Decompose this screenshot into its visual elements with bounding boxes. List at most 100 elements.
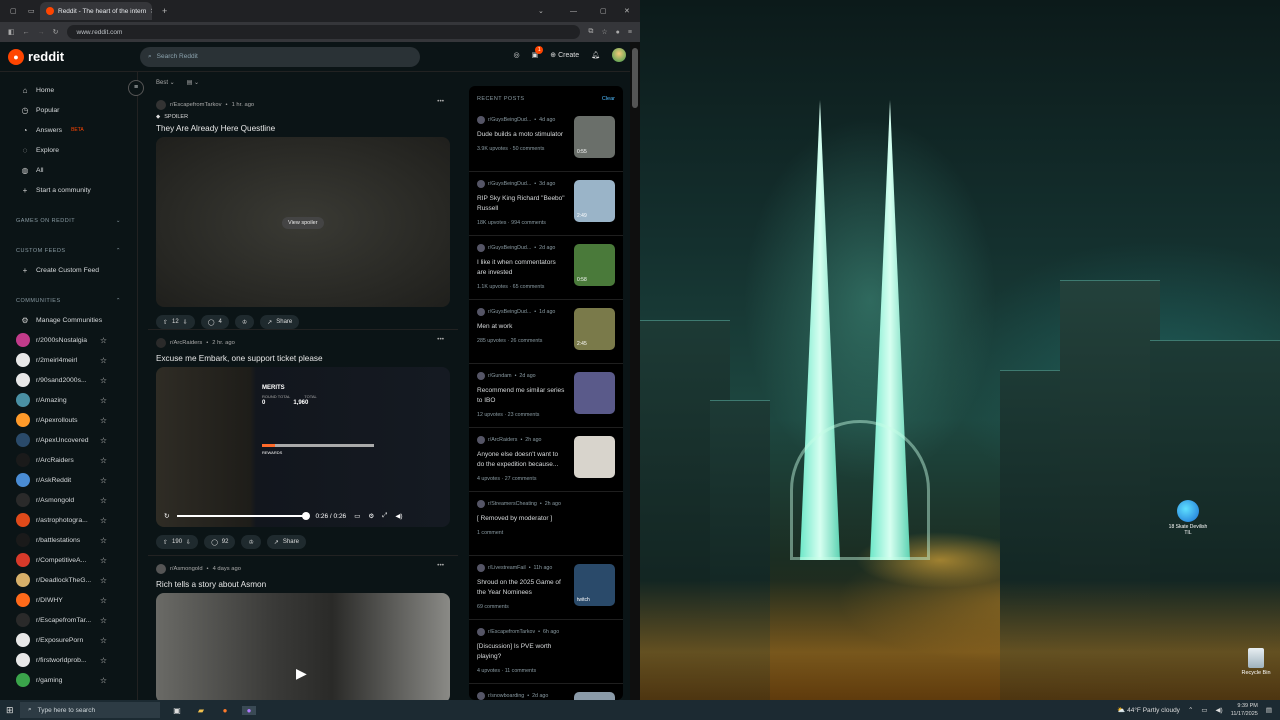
community-item[interactable]: r/firstworldprob... ☆ [0, 650, 137, 670]
share-button[interactable]: ↗ Share [266, 535, 306, 549]
favorite-star-icon[interactable]: ☆ [100, 336, 107, 345]
browser-tab-reddit[interactable]: Reddit - The heart of the intern ✕ [40, 2, 152, 20]
favorite-star-icon[interactable]: ☆ [100, 676, 107, 685]
chat-icon[interactable]: ▣ 1 [532, 46, 544, 59]
sidebar-item-all[interactable]: ◍ All [0, 160, 137, 180]
communities-section-header[interactable]: COMMUNITIES ⌃ [0, 280, 137, 310]
upvote-icon[interactable]: ⇧ [163, 539, 168, 546]
recent-post-thumbnail[interactable]: 0:55 [574, 116, 615, 158]
back-icon[interactable]: ← [23, 29, 30, 36]
recent-post-item[interactable]: r/snowboarding•2d agoBoard set up [469, 684, 623, 700]
create-button[interactable]: ⊕ Create [550, 51, 579, 59]
recent-post-thumbnail[interactable]: twitch [574, 564, 615, 606]
weather-widget[interactable]: ⛅ 44°F Partly cloudy [1117, 706, 1180, 714]
favorite-star-icon[interactable]: ☆ [100, 476, 107, 485]
task-view-icon[interactable]: ▣ [170, 706, 184, 715]
community-item[interactable]: r/Apexrollouts ☆ [0, 410, 137, 430]
recent-post-thumbnail[interactable]: 0:58 [574, 244, 615, 286]
replay-icon[interactable]: ↻ [164, 512, 169, 520]
sort-dropdown[interactable]: Best ⌄ [156, 79, 175, 86]
community-item[interactable]: r/ExposurePorn ☆ [0, 630, 137, 650]
comments-button[interactable]: ◯ 4 [200, 315, 229, 329]
sidebar-item-home[interactable]: ⌂ Home [0, 80, 137, 100]
community-item[interactable]: r/2000sNostalgia ☆ [0, 330, 137, 350]
community-item[interactable]: r/2meirl4meirl ☆ [0, 350, 137, 370]
taskbar-search-input[interactable]: ⌕ Type here to search [20, 702, 160, 718]
favorite-star-icon[interactable]: ☆ [100, 396, 107, 405]
community-item[interactable]: r/AskReddit ☆ [0, 470, 137, 490]
community-item[interactable]: r/Amazing ☆ [0, 390, 137, 410]
captions-icon[interactable]: ▭ [354, 512, 360, 520]
clear-recent-button[interactable]: Clear [602, 96, 615, 102]
community-item[interactable]: r/DeadlockTheG... ☆ [0, 570, 137, 590]
favorite-star-icon[interactable]: ☆ [100, 536, 107, 545]
user-avatar[interactable] [612, 48, 626, 62]
favorite-star-icon[interactable]: ☆ [100, 556, 107, 565]
view-toggle-icon[interactable]: ▤ ⌄ [187, 79, 199, 86]
upvote-icon[interactable]: ⇧ [163, 319, 168, 326]
favorite-star-icon[interactable]: ☆ [100, 416, 107, 425]
video-player[interactable]: MERITS ROUND TOTAL TOTAL 0 1,960 REWARDS ↻… [156, 367, 450, 527]
sidebar-item-explore[interactable]: ◌ Explore [0, 140, 137, 160]
community-item[interactable]: r/gaming ☆ [0, 670, 137, 690]
vote-pill[interactable]: ⇧ 190 ⇩ [156, 535, 199, 549]
extensions-icon[interactable]: ⧉ [588, 28, 593, 36]
collapse-sidebar-icon[interactable]: ≡ [128, 80, 144, 96]
reddit-logo[interactable]: ● reddit [8, 48, 140, 65]
volume-icon[interactable]: ◀) [1216, 706, 1223, 714]
tab-list-icon[interactable]: ⌄ [538, 7, 544, 15]
community-item[interactable]: r/Asmongold ☆ [0, 490, 137, 510]
create-custom-feed-link[interactable]: + Create Custom Feed [0, 260, 137, 280]
browser-taskbar-icon[interactable]: ● [242, 705, 256, 715]
post-title[interactable]: They Are Already Here Questline [156, 124, 450, 133]
favorite-star-icon[interactable]: ☆ [100, 436, 107, 445]
community-item[interactable]: r/DIWHY ☆ [0, 590, 137, 610]
feed-post[interactable]: r/EscapefromTarkov • 1 hr. ago ••• ◆ SPOILE… [148, 92, 458, 330]
manage-communities-link[interactable]: ⚙ Manage Communities [0, 310, 137, 330]
forward-icon[interactable]: → [38, 29, 45, 36]
recent-post-item[interactable]: r/ArcRaiders • 2h ago Anyone else doesn't w… [469, 428, 623, 492]
award-button[interactable]: ♔ [234, 315, 255, 329]
close-window-icon[interactable]: ✕ [624, 7, 630, 15]
community-item[interactable]: r/CompetitiveA... ☆ [0, 550, 137, 570]
share-button[interactable]: ↗ Share [260, 315, 300, 329]
favorites-icon[interactable]: ☆ [601, 28, 607, 36]
post-menu-icon[interactable]: ••• [437, 336, 444, 343]
volume-icon[interactable]: ◀) [395, 512, 402, 520]
recent-post-item[interactable]: r/EscapefromTarkov • 6h ago [Discussion] Is… [469, 620, 623, 684]
recent-post-thumbnail[interactable] [574, 692, 615, 700]
recent-post-item[interactable]: r/LivestreamFail • 11h ago Shroud on the 20… [469, 556, 623, 620]
view-spoiler-button[interactable]: View spoiler [282, 217, 324, 229]
tray-overflow-icon[interactable]: ⌃ [1188, 706, 1193, 714]
reload-icon[interactable]: ↻ [53, 28, 59, 36]
fullscreen-icon[interactable]: ⤢ [382, 512, 387, 520]
favorite-star-icon[interactable]: ☆ [100, 456, 107, 465]
more-menu-icon[interactable]: ≡ [628, 29, 632, 36]
url-field[interactable]: www.reddit.com [66, 25, 581, 39]
favorite-star-icon[interactable]: ☆ [100, 576, 107, 585]
video-player[interactable]: ▶ [156, 593, 450, 700]
comments-button[interactable]: ◯ 92 [204, 535, 236, 549]
recent-post-thumbnail[interactable]: 2:49 [574, 180, 615, 222]
recent-post-item[interactable]: r/GuysBeingDud... • 4d ago Dude builds a mo… [469, 108, 623, 172]
favorite-star-icon[interactable]: ☆ [100, 496, 107, 505]
minimize-icon[interactable]: — [570, 8, 577, 15]
recent-post-item[interactable]: r/GuysBeingDud... • 1d ago Men at work 285 u… [469, 300, 623, 364]
desktop-icon-app[interactable]: 18 Skate Devilish TIL [1166, 500, 1210, 536]
file-explorer-icon[interactable]: ▰ [194, 706, 208, 715]
recycle-bin-desktop-icon[interactable]: Recycle Bin [1236, 648, 1276, 676]
favorite-star-icon[interactable]: ☆ [100, 516, 107, 525]
recent-post-thumbnail[interactable] [574, 372, 615, 414]
feed-post[interactable]: r/ArcRaiders • 2 hr. ago ••• Excuse me Emb… [148, 330, 458, 556]
profile-icon[interactable]: ● [616, 29, 620, 36]
sidebar-item-start-a-community[interactable]: + Start a community [0, 180, 137, 200]
downvote-icon[interactable]: ⇩ [183, 319, 188, 326]
firefox-icon[interactable]: ● [218, 706, 232, 715]
tab-actions-icon[interactable]: ▭ [28, 7, 35, 15]
post-title[interactable]: Rich tells a story about Asmon [156, 580, 450, 589]
games-section-header[interactable]: GAMES ON REDDIT ⌄ [0, 200, 137, 230]
recent-post-item[interactable]: r/StreamersCheating • 2h ago[ Removed by m… [469, 492, 623, 556]
network-icon[interactable]: ▭ [1201, 706, 1207, 714]
post-title[interactable]: Excuse me Embark, one support ticket ple… [156, 354, 450, 363]
notifications-icon[interactable]: 🔔︎ [591, 51, 600, 59]
